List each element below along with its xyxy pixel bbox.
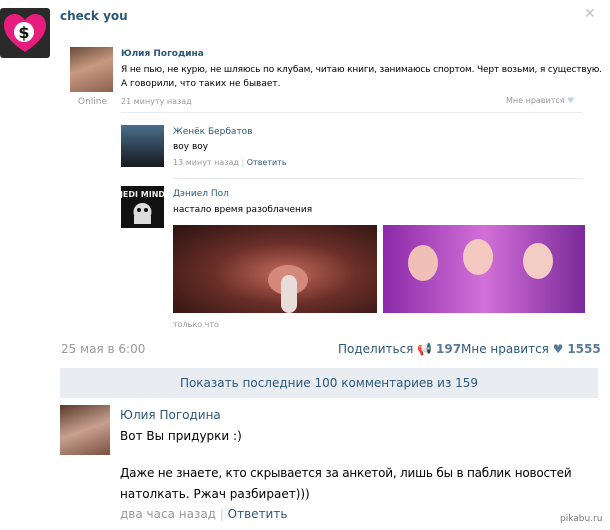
repost-text-line1: Я не пью, не курю, не шляюсь по клубам, …	[121, 65, 602, 75]
like-button[interactable]: Мне нравится ♥ 1555	[461, 342, 601, 356]
comment-time[interactable]: два часа назад	[120, 507, 216, 521]
comment-text: воу воу	[173, 142, 209, 152]
megaphone-icon: 📢	[417, 342, 433, 356]
show-more-label[interactable]: Показать последние 100 комментариев из 1…	[180, 376, 478, 390]
comment-line-2: Даже не знаете, кто скрывается за анкето…	[120, 466, 572, 480]
svg-text:JEDI MIND: JEDI MIND	[121, 190, 164, 199]
comment-meta: 13 минут назад | Ответить	[173, 158, 287, 167]
commenter-avatar[interactable]	[60, 405, 110, 455]
commenter-name[interactable]: Юлия Погодина	[120, 408, 221, 422]
repost-divider	[121, 112, 583, 113]
share-button[interactable]: Поделиться 📢 197	[338, 342, 461, 356]
repost-time[interactable]: 21 минуту назад	[121, 97, 192, 106]
reply-link[interactable]: Ответить	[228, 507, 288, 521]
comment-line-1: Вот Вы придурки :)	[120, 429, 242, 443]
heart-icon: ♥	[552, 342, 564, 356]
heart-icon[interactable]: ♥	[567, 96, 574, 105]
share-count: 197	[436, 342, 462, 356]
comment-author[interactable]: Женёк Бербатов	[173, 127, 253, 137]
repost-text-line2: А говорили, что таких не бывает.	[121, 79, 281, 89]
comment-avatar[interactable]	[121, 125, 164, 167]
repost-like[interactable]: Мне нравится ♥	[506, 96, 574, 105]
group-avatar[interactable]: $	[0, 8, 50, 58]
comment-author[interactable]: Дэниел Пол	[173, 189, 229, 199]
repost-avatar[interactable]	[70, 47, 113, 92]
close-icon[interactable]: ✕	[584, 6, 596, 22]
watermark: pikabu.ru	[560, 514, 603, 524]
photo-caption: только что	[173, 320, 219, 329]
online-status: Online	[78, 97, 108, 107]
like-count: 1555	[567, 342, 601, 356]
like-label[interactable]: Мне нравится	[461, 342, 549, 356]
svg-text:$: $	[18, 23, 29, 42]
comment-footer: два часа назад | Ответить	[120, 507, 288, 521]
repost-author[interactable]: Юлия Погодина	[121, 49, 204, 59]
show-more-comments-button[interactable]: Показать последние 100 комментариев из 1…	[60, 368, 598, 398]
reply-link[interactable]: Ответить	[247, 158, 287, 167]
comment-time[interactable]: 13 минут назад	[173, 158, 239, 167]
attached-photo-2[interactable]	[383, 225, 585, 313]
comment-line-3: натолкать. Ржач разбирает)))	[120, 487, 310, 501]
repost-like-label[interactable]: Мне нравится	[506, 96, 565, 105]
comment-divider	[173, 178, 583, 179]
comment-avatar[interactable]: JEDI MIND	[121, 186, 164, 228]
comment-text: настало время разоблачения	[173, 205, 313, 215]
attached-photo-1[interactable]	[173, 225, 377, 313]
post-date[interactable]: 25 мая в 6:00	[61, 342, 145, 356]
post-author[interactable]: check you	[60, 9, 128, 23]
share-label[interactable]: Поделиться	[338, 342, 413, 356]
